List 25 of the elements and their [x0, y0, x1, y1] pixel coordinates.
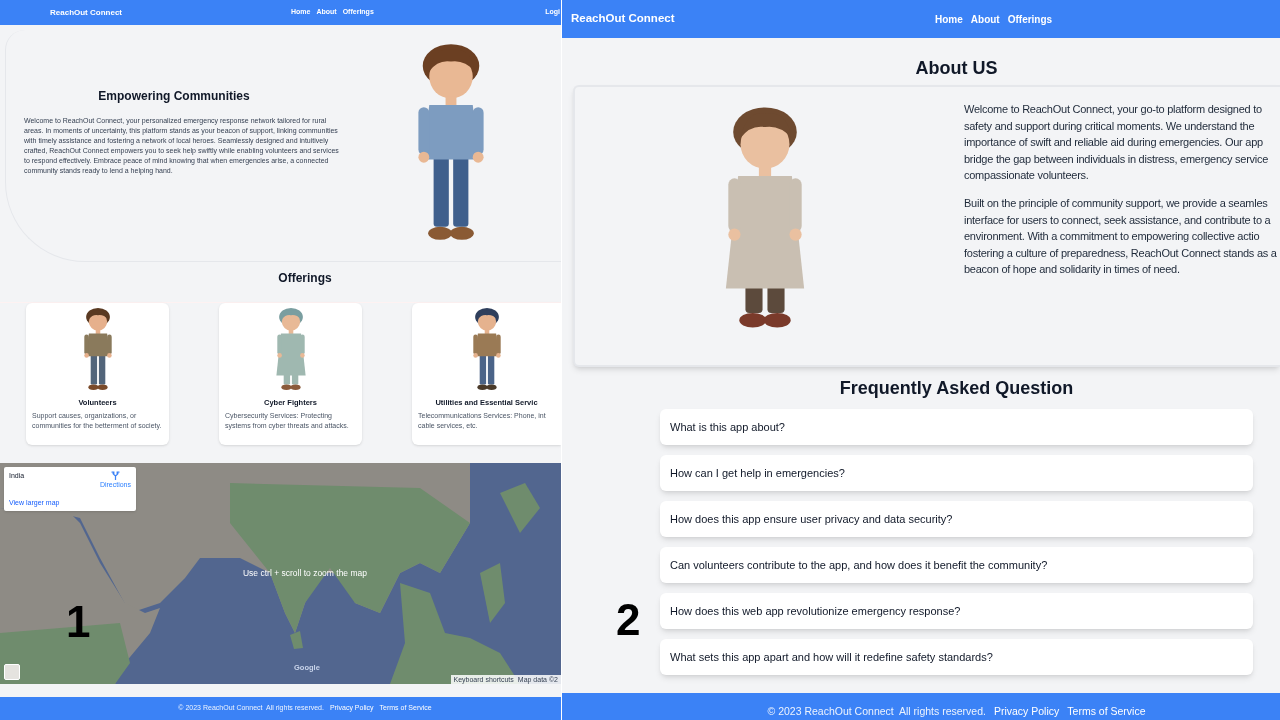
nav-link[interactable]: Home: [935, 11, 963, 27]
faq-question[interactable]: What sets this app apart and how will it redefine safety standards?: [660, 639, 1253, 675]
panel-number: 2: [616, 598, 641, 642]
map-drawing[interactable]: [0, 463, 561, 684]
section-title: About US: [915, 57, 998, 80]
footer-link[interactable]: Privacy Policy: [993, 703, 1060, 720]
panel-number: 1: [66, 600, 91, 644]
hero-title: Empowering Communities: [97, 88, 251, 104]
section-title: Frequently Asked Question: [839, 377, 1074, 400]
faq-question[interactable]: What is this app about?: [660, 409, 1253, 445]
section-title: Offerings: [278, 269, 332, 287]
copyright-text: © 2023 ReachOut Connect All rights reserved.: [767, 703, 986, 719]
about-paragraph: Welcome to ReachOut Connect, your go-to platform designed to safety and support during critical moments. We understand the importance of swift and reliable aid during emergencies. Our app bridge the gap between individuals in distress, emergency service compassionate volunteers.: [964, 102, 1270, 184]
map-hint: Use ctrl + scroll to zoom the map: [243, 568, 367, 579]
nav-link[interactable]: Offerings: [1007, 11, 1053, 27]
directions-icon: [110, 471, 120, 480]
nav-link[interactable]: About: [970, 11, 1000, 27]
footer-link[interactable]: Terms of Service: [1067, 703, 1146, 720]
brand-name: ReachOut Connect: [50, 6, 123, 19]
faq-question[interactable]: Can volunteers contribute to the app, and how does it benefit the community?: [660, 547, 1253, 583]
faq-question[interactable]: How does this web app revolutionize emergency response?: [660, 593, 1253, 629]
brand-name: ReachOut Connect: [570, 11, 675, 27]
about-paragraph: Built on the principle of community support, we provide a seamles interface for users to connect, seek assistance, and contribute to a environment. With a commitment to empowering collective actio fostering a culture of preparedness, ReachOut Connect stands as a beacon of hope and solidarity in times of need.: [964, 195, 1277, 278]
faq-question[interactable]: How does this app ensure user privacy and data security?: [660, 501, 1253, 537]
faq-question[interactable]: How can I get help in emergencies?: [660, 455, 1253, 491]
